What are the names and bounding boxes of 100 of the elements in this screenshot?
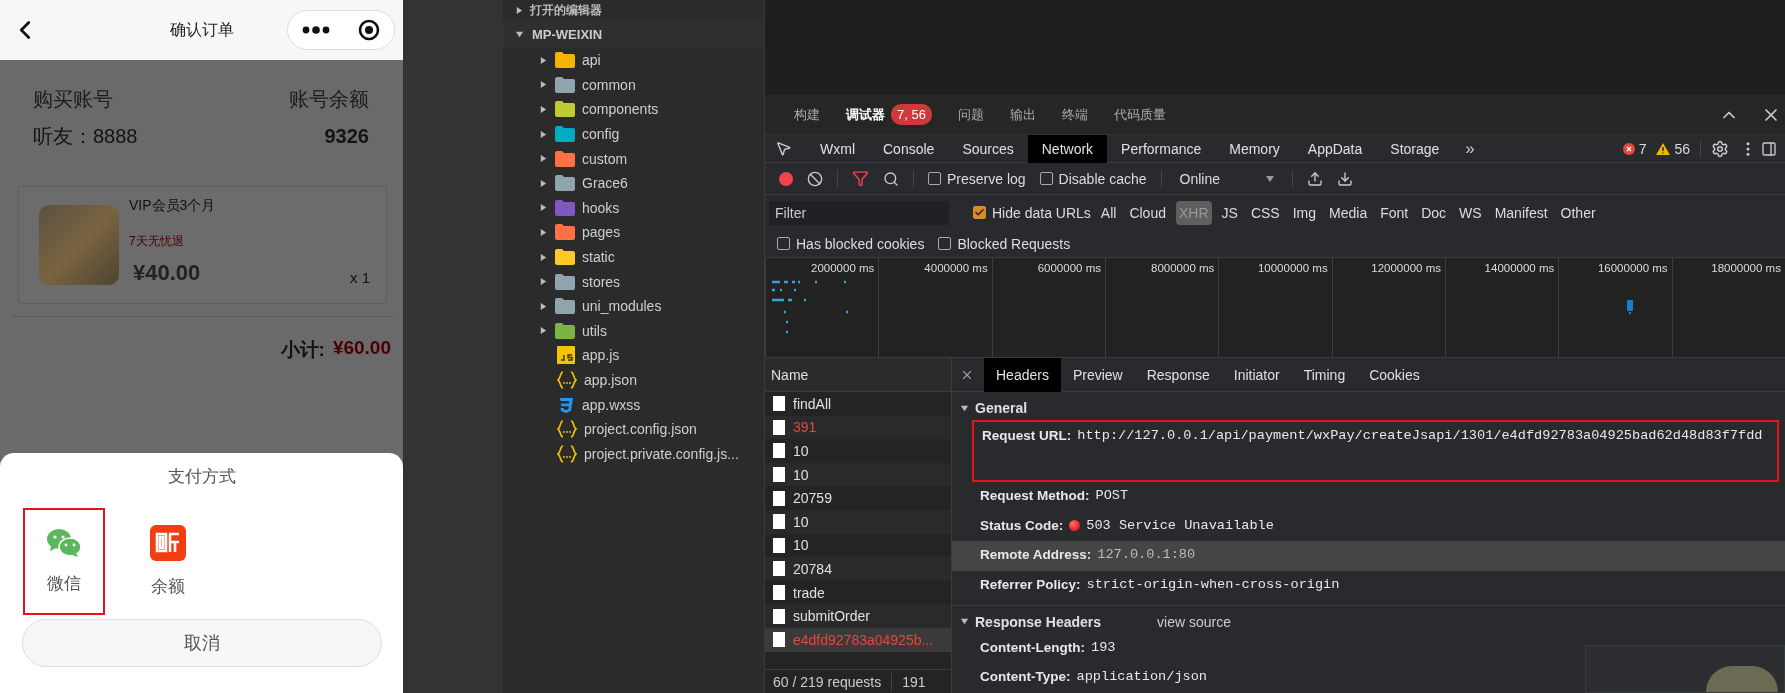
header-name: Request Method: xyxy=(980,487,1090,505)
type-filter[interactable]: Font xyxy=(1377,200,1412,225)
header-name: Referrer Policy: xyxy=(980,576,1081,595)
expand-arrow-icon xyxy=(515,5,524,15)
checkbox[interactable] xyxy=(1039,172,1053,185)
section-header[interactable]: 打开的编辑器 xyxy=(503,0,764,20)
request-row[interactable]: 10 xyxy=(765,462,951,487)
tool-tab[interactable]: 代码质量 xyxy=(1102,94,1177,135)
explorer-item[interactable]: api xyxy=(503,48,764,73)
panel-tab[interactable]: AppData xyxy=(1293,134,1377,163)
expand-arrow-icon xyxy=(539,326,548,336)
throttling-dropdown[interactable]: Online xyxy=(1175,170,1278,187)
type-filter[interactable]: Manifest xyxy=(1491,200,1551,225)
project-header[interactable]: MP-WEIXIN xyxy=(503,20,764,48)
explorer-item[interactable]: project.config.json xyxy=(503,416,764,442)
tool-tab[interactable]: 调试器 7, 56 xyxy=(835,94,943,135)
type-filter[interactable]: CSS xyxy=(1247,200,1283,225)
tool-tab[interactable]: 输出 xyxy=(998,94,1047,135)
type-filter[interactable]: Doc xyxy=(1418,200,1450,225)
type-filter[interactable]: WS xyxy=(1456,200,1485,225)
more-tabs[interactable]: » xyxy=(1453,138,1487,159)
collapse-arrow-icon[interactable] xyxy=(960,617,969,627)
timeline-tick: 18000000 ms xyxy=(1711,262,1781,274)
panel-tab[interactable]: Memory xyxy=(1215,134,1294,163)
detail-tab[interactable]: Initiator xyxy=(1221,357,1292,392)
request-row[interactable]: 391 xyxy=(765,415,951,440)
column-header[interactable]: Name xyxy=(765,358,951,392)
panel-tab[interactable]: Wxml xyxy=(806,134,869,163)
panel-tab[interactable]: Sources xyxy=(948,134,1028,163)
collapse-arrow-icon[interactable] xyxy=(960,403,969,413)
payment-option[interactable]: 微信 xyxy=(23,508,105,615)
detail-tab[interactable]: Response xyxy=(1134,357,1222,392)
type-filter[interactable]: Cloud xyxy=(1126,200,1169,225)
filter-field[interactable]: Filter xyxy=(769,200,949,225)
checkbox[interactable] xyxy=(928,172,941,185)
detail-tab[interactable]: Cookies xyxy=(1357,357,1432,392)
inspect-icon[interactable] xyxy=(775,140,792,157)
checkbox[interactable] xyxy=(973,206,986,219)
more-icon[interactable] xyxy=(302,26,330,34)
explorer-item[interactable]: config xyxy=(503,121,764,147)
explorer-item[interactable]: components xyxy=(503,97,764,122)
upload-icon[interactable] xyxy=(1307,170,1323,187)
detail-tab[interactable]: Timing xyxy=(1291,357,1358,392)
request-row[interactable]: submitOrder xyxy=(765,604,951,628)
explorer-item[interactable]: custom xyxy=(503,146,764,171)
panel-icon[interactable] xyxy=(1761,140,1777,157)
header-name: Content-Length: xyxy=(980,638,1085,657)
explorer-item[interactable]: uni_modules xyxy=(503,293,764,319)
settings-icon[interactable] xyxy=(1711,139,1729,158)
warning-icon xyxy=(1656,142,1671,155)
search-icon[interactable] xyxy=(883,170,899,187)
expand-arrow-icon xyxy=(539,80,548,90)
header-name: Remote Address: xyxy=(980,546,1092,565)
detail-tab[interactable]: Preview xyxy=(1060,357,1135,392)
explorer-item[interactable]: common xyxy=(503,72,764,98)
type-filter[interactable]: Img xyxy=(1289,200,1320,225)
checkbox[interactable] xyxy=(777,237,790,250)
checkbox[interactable] xyxy=(938,237,952,250)
document-icon xyxy=(773,537,785,553)
clear-icon[interactable] xyxy=(807,170,823,187)
explorer-item[interactable]: hooks xyxy=(503,195,764,221)
request-row[interactable]: 10 xyxy=(765,509,951,534)
explorer-item[interactable]: project.private.config.js... xyxy=(503,441,764,467)
document-icon xyxy=(773,490,785,506)
explorer-item[interactable]: static xyxy=(503,244,764,270)
explorer-item[interactable]: app.js xyxy=(503,343,764,368)
type-filter[interactable]: All xyxy=(1097,200,1120,225)
panel-tab[interactable]: Console xyxy=(869,134,949,163)
download-icon[interactable] xyxy=(1337,170,1353,187)
explorer-item[interactable]: pages xyxy=(503,220,764,245)
panel-tab[interactable]: Storage xyxy=(1376,134,1454,163)
close-target-icon[interactable] xyxy=(358,19,380,41)
tool-tab[interactable]: 问题 xyxy=(946,94,995,135)
filter-icon[interactable] xyxy=(852,170,869,187)
cancel-button[interactable]: 取消 xyxy=(21,619,382,667)
type-filter[interactable]: Media xyxy=(1326,200,1371,225)
view-source-link[interactable]: view source xyxy=(1157,613,1231,630)
request-row[interactable]: 20784 xyxy=(765,557,951,581)
payment-option[interactable]: 余额 xyxy=(127,508,209,615)
record-icon[interactable] xyxy=(779,171,793,186)
product-quantity: x 1 xyxy=(350,269,370,286)
timeline-tick: 14000000 ms xyxy=(1484,262,1555,274)
transferred-size: 191 xyxy=(902,673,926,690)
balance-value: 9326 xyxy=(324,125,369,148)
document-icon xyxy=(773,608,785,624)
section-title: General xyxy=(975,400,1028,416)
tool-tab[interactable]: 构建 xyxy=(783,94,831,135)
detail-tab[interactable]: Headers xyxy=(984,357,1061,392)
panel-tab[interactable]: Network xyxy=(1027,134,1108,163)
type-filter[interactable]: Other xyxy=(1557,200,1599,225)
explorer-item[interactable]: utils xyxy=(503,318,764,344)
explorer-item[interactable]: app.json xyxy=(503,367,764,393)
type-filter[interactable]: JS xyxy=(1218,200,1241,225)
expand-arrow-icon xyxy=(539,227,548,237)
explorer-item[interactable]: stores xyxy=(503,269,764,294)
tool-tab[interactable]: 终端 xyxy=(1050,94,1099,135)
explorer-item[interactable]: app.wxss xyxy=(503,392,764,417)
account-value: 听友：8888 xyxy=(33,124,138,149)
panel-tab[interactable]: Performance xyxy=(1107,134,1216,163)
explorer-item[interactable]: Grace6 xyxy=(503,170,764,196)
